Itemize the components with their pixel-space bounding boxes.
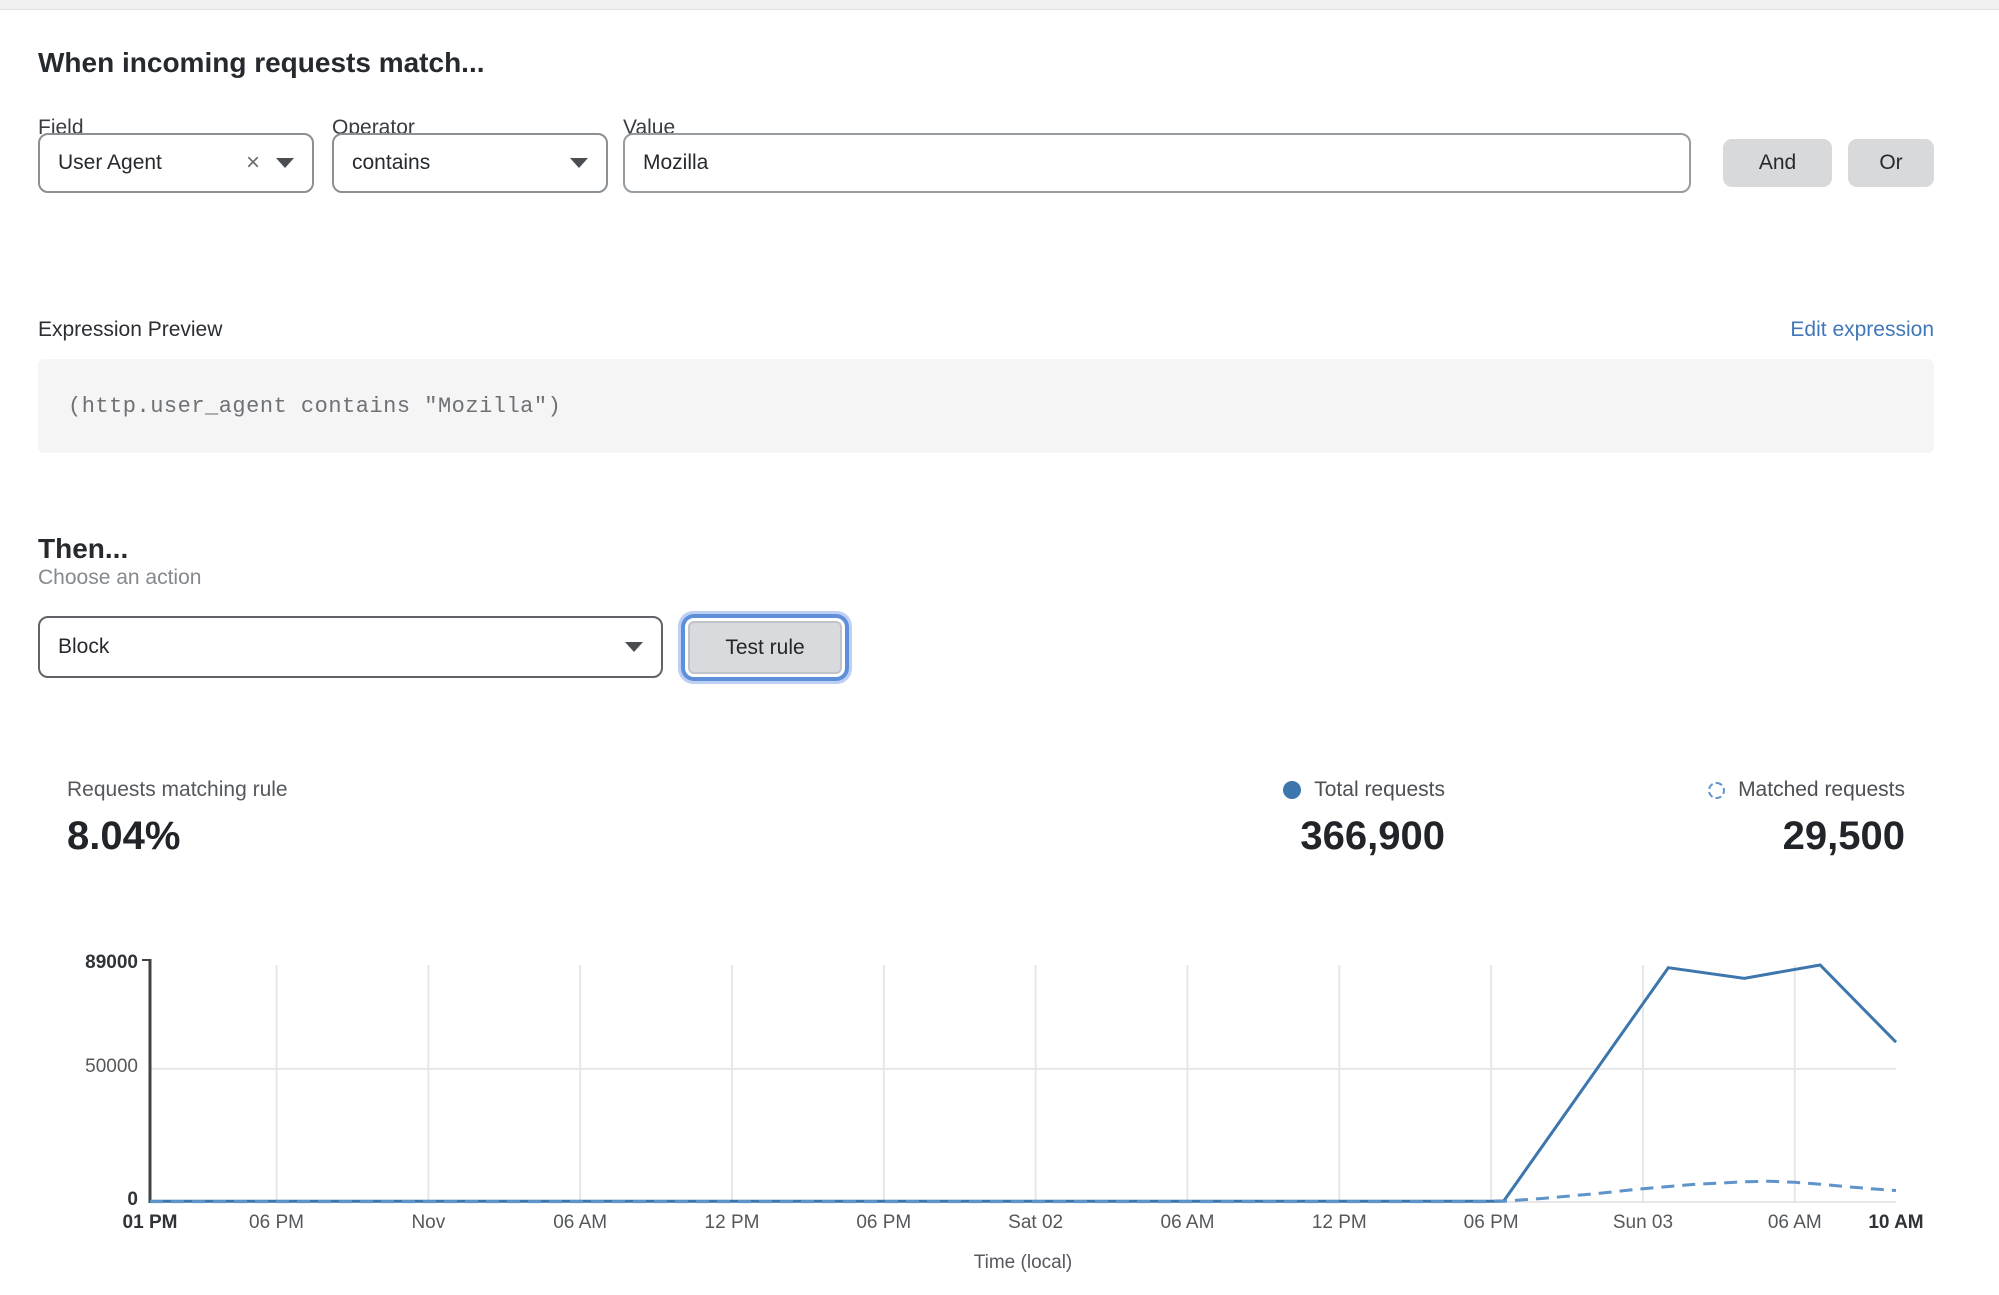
matched-requests-value: 29,500	[1783, 814, 1905, 859]
requests-matching-label: Requests matching rule	[67, 778, 288, 802]
and-button[interactable]: And	[1723, 139, 1832, 187]
chart-line-matched	[150, 1181, 1896, 1201]
expression-preview-box: (http.user_agent contains "Mozilla")	[38, 359, 1934, 453]
expression-preview-label: Expression Preview	[38, 318, 222, 342]
field-select-value: User Agent	[58, 151, 238, 175]
action-select[interactable]: Block	[38, 616, 663, 678]
field-select[interactable]: User Agent ×	[38, 133, 314, 193]
or-button[interactable]: Or	[1848, 139, 1934, 187]
x-tick-label: 01 PM	[80, 1212, 220, 1234]
matched-requests-dashed-circle-icon	[1708, 782, 1725, 799]
clear-field-icon[interactable]: ×	[246, 151, 260, 175]
firewall-rule-builder: When incoming requests match... Field Op…	[0, 0, 1999, 1295]
total-requests-value: 366,900	[1300, 814, 1445, 859]
total-requests-legend: Total requests	[1283, 778, 1445, 802]
x-tick-label: 10 AM	[1826, 1212, 1966, 1234]
x-tick-label: 06 AM	[1117, 1212, 1257, 1234]
action-select-value: Block	[58, 635, 613, 659]
x-tick-label: 06 AM	[510, 1212, 650, 1234]
y-tick-label: 89000	[26, 952, 138, 974]
matched-requests-label: Matched requests	[1738, 778, 1905, 802]
operator-select-value: contains	[352, 151, 570, 175]
x-tick-label: Sat 02	[966, 1212, 1106, 1234]
then-section-title: Then...	[38, 533, 128, 565]
chart-line-total	[150, 965, 1896, 1201]
expression-code: (http.user_agent contains "Mozilla")	[68, 359, 561, 453]
y-tick-label: 0	[26, 1189, 138, 1211]
matched-requests-legend: Matched requests	[1708, 778, 1905, 802]
chevron-down-icon	[570, 158, 588, 168]
x-tick-label: 06 PM	[207, 1212, 347, 1234]
x-axis-title: Time (local)	[150, 1252, 1896, 1274]
y-tick-label: 50000	[26, 1056, 138, 1078]
match-section-title: When incoming requests match...	[38, 47, 485, 79]
chevron-down-icon	[276, 158, 294, 168]
total-requests-label: Total requests	[1314, 778, 1445, 802]
chevron-down-icon	[625, 642, 643, 652]
total-requests-dot-icon	[1283, 781, 1301, 799]
x-tick-label: Sun 03	[1573, 1212, 1713, 1234]
requests-matching-value: 8.04%	[67, 814, 180, 859]
top-divider	[0, 0, 1999, 10]
x-tick-label: 06 PM	[1421, 1212, 1561, 1234]
x-tick-label: 06 PM	[814, 1212, 954, 1234]
requests-chart	[0, 940, 1999, 1240]
choose-action-label: Choose an action	[38, 566, 201, 590]
test-rule-button[interactable]: Test rule	[688, 621, 842, 674]
operator-select[interactable]: contains	[332, 133, 608, 193]
value-input[interactable]	[623, 133, 1691, 193]
x-tick-label: 12 PM	[662, 1212, 802, 1234]
edit-expression-link[interactable]: Edit expression	[1790, 318, 1934, 342]
x-tick-label: Nov	[358, 1212, 498, 1234]
x-tick-label: 12 PM	[1269, 1212, 1409, 1234]
